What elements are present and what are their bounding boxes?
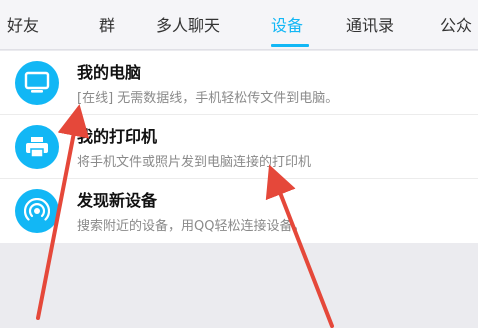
tab-friends[interactable]: 好友 <box>7 12 39 36</box>
printer-icon <box>15 125 59 169</box>
device-title: 我的打印机 <box>77 127 158 146</box>
active-tab-indicator <box>271 44 309 47</box>
device-subtitle: 搜索附近的设备，用QQ轻松连接设备。 <box>77 219 306 234</box>
tab-groups[interactable]: 群 <box>99 12 115 36</box>
device-item-my-computer[interactable]: 我的电脑 [在线] 无需数据线，手机轻松传文件到电脑。 <box>0 51 478 115</box>
tab-contacts[interactable]: 通讯录 <box>346 12 394 36</box>
device-item-my-printer[interactable]: 我的打印机 将手机文件或照片发到电脑连接的打印机 <box>0 115 478 179</box>
radar-icon <box>15 189 59 233</box>
device-subtitle: 将手机文件或照片发到电脑连接的打印机 <box>77 155 312 170</box>
tab-official-accounts[interactable]: 公众 <box>440 12 472 36</box>
monitor-icon <box>15 61 59 105</box>
device-list: 我的电脑 [在线] 无需数据线，手机轻松传文件到电脑。 我的打印机 将手机文件或… <box>0 51 478 243</box>
device-title: 发现新设备 <box>77 191 158 210</box>
device-item-discover-new[interactable]: 发现新设备 搜索附近的设备，用QQ轻松连接设备。 <box>0 179 478 243</box>
tab-devices[interactable]: 设备 <box>271 12 303 36</box>
online-status: [在线] <box>77 91 114 106</box>
device-subtitle: [在线] 无需数据线，手机轻松传文件到电脑。 <box>77 91 339 106</box>
device-title: 我的电脑 <box>77 63 142 82</box>
tab-multi-chat[interactable]: 多人聊天 <box>156 12 220 36</box>
tab-bar: 好友 群 多人聊天 设备 通讯录 公众 <box>0 0 478 50</box>
